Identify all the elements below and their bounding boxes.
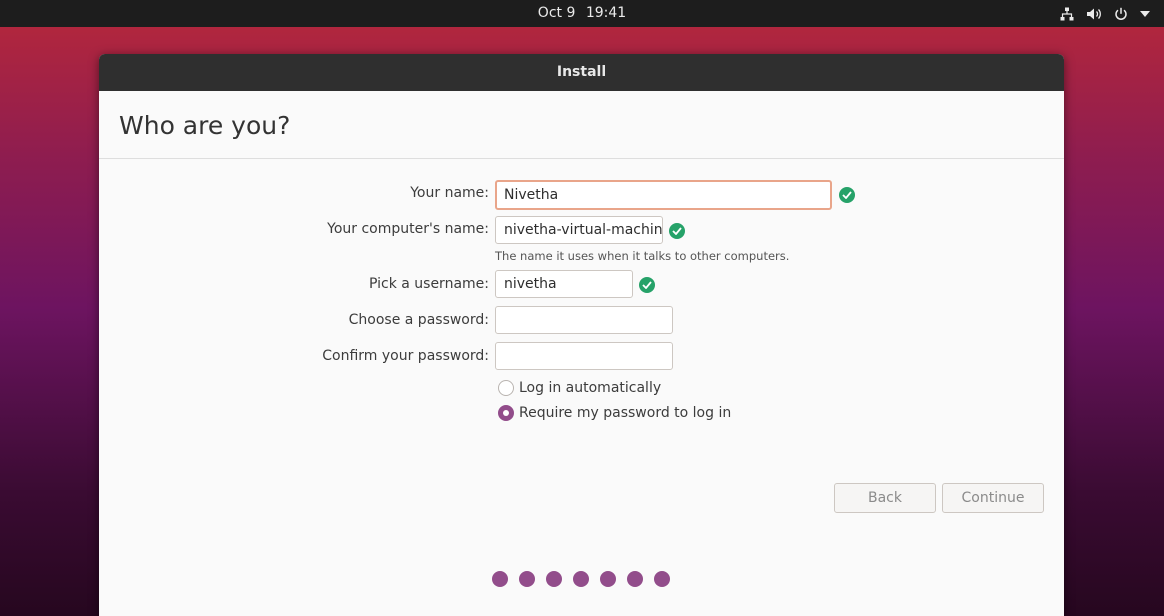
password-label: Choose a password: bbox=[348, 312, 489, 328]
network-icon[interactable] bbox=[1060, 7, 1074, 21]
power-icon[interactable] bbox=[1114, 7, 1128, 21]
login-automatically-option[interactable]: Log in automatically bbox=[498, 380, 661, 396]
username-valid-check-icon bbox=[639, 277, 655, 293]
progress-dot bbox=[519, 571, 535, 587]
your-name-input[interactable]: Nivetha bbox=[495, 180, 832, 210]
confirm-password-label: Confirm your password: bbox=[322, 348, 489, 364]
clock[interactable]: Oct 9 19:41 bbox=[0, 0, 1164, 27]
username-label: Pick a username: bbox=[368, 276, 489, 292]
require-password-radio[interactable] bbox=[498, 405, 514, 421]
progress-dot bbox=[654, 571, 670, 587]
window-title: Install bbox=[99, 54, 1064, 91]
clock-date: Oct 9 bbox=[537, 5, 576, 21]
computer-name-input[interactable]: nivetha-virtual-machine bbox=[495, 216, 663, 244]
top-bar: Oct 9 19:41 bbox=[0, 0, 1164, 27]
require-password-option[interactable]: Require my password to log in bbox=[498, 405, 731, 421]
login-automatically-radio[interactable] bbox=[498, 380, 514, 396]
volume-icon[interactable] bbox=[1086, 7, 1102, 21]
clock-time: 19:41 bbox=[585, 5, 627, 21]
progress-dot bbox=[492, 571, 508, 587]
password-input[interactable] bbox=[495, 306, 673, 334]
progress-dot bbox=[546, 571, 562, 587]
your-name-label: Your name: bbox=[410, 185, 489, 201]
page-title: Who are you? bbox=[99, 91, 1064, 159]
confirm-password-input[interactable] bbox=[495, 342, 673, 370]
progress-dot bbox=[627, 571, 643, 587]
login-automatically-label: Log in automatically bbox=[519, 380, 662, 396]
continue-button[interactable]: Continue bbox=[942, 483, 1044, 513]
computer-name-valid-check-icon bbox=[669, 223, 685, 239]
progress-dot bbox=[573, 571, 589, 587]
chevron-down-icon[interactable] bbox=[1140, 10, 1150, 17]
installer-window: Install Who are you? Your name: Nivetha … bbox=[99, 54, 1064, 616]
name-valid-check-icon bbox=[839, 187, 855, 203]
system-tray[interactable] bbox=[1060, 0, 1150, 27]
user-form: Your name: Nivetha Your computer's name:… bbox=[99, 159, 1064, 616]
require-password-label: Require my password to log in bbox=[519, 405, 732, 421]
back-button[interactable]: Back bbox=[834, 483, 936, 513]
computer-name-label: Your computer's name: bbox=[327, 221, 489, 237]
progress-dots bbox=[492, 571, 670, 587]
computer-name-hint: The name it uses when it talks to other … bbox=[495, 249, 790, 263]
username-input[interactable]: nivetha bbox=[495, 270, 633, 298]
progress-dot bbox=[600, 571, 616, 587]
